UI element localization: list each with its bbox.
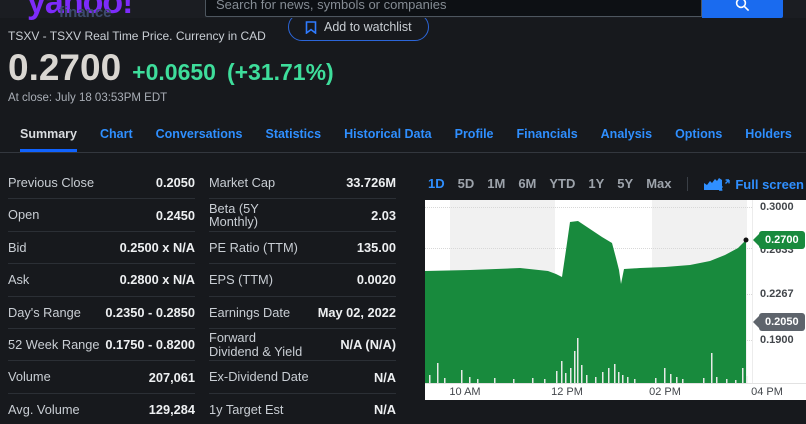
stat-label: Beta (5Y Monthly) — [209, 202, 259, 229]
stat-value: May 02, 2022 — [318, 305, 396, 320]
ticker-meta-line: TSXV - TSXV Real Time Price. Currency in… — [8, 29, 266, 43]
tab-conversations[interactable]: Conversations — [156, 117, 243, 152]
table-row: Bid 0.2500 x N/A — [8, 232, 195, 264]
stat-label: Day's Range — [8, 306, 81, 320]
stat-value: 129,284 — [149, 402, 195, 417]
summary-stats-table-right: Market Cap 33.726M Beta (5Y Monthly) 2.03 PE… — [209, 167, 396, 424]
table-row: EPS (TTM) 0.0020 — [209, 264, 396, 296]
chart-range-selector: 1D 5D 1M 6M YTD 1Y 5Y Max — [428, 176, 722, 191]
table-row: Earnings Date May 02, 2022 — [209, 297, 396, 329]
stat-value: N/A — [374, 402, 396, 417]
range-1d[interactable]: 1D — [428, 176, 445, 191]
table-row: Open 0.2450 — [8, 199, 195, 231]
current-price: 0.2700 — [8, 47, 121, 89]
y-tick-label: 0.1900 — [760, 334, 794, 346]
stat-value: 0.2450 — [156, 208, 195, 223]
stat-label: 1y Target Est — [209, 403, 283, 417]
stat-label: Volume — [8, 370, 51, 384]
chart-y-axis: 0.30000.26330.22670.19000.27000.2050 — [752, 200, 806, 383]
stat-value: 207,061 — [149, 370, 195, 385]
stat-value: 135.00 — [357, 240, 396, 255]
stat-value: N/A (N/A) — [340, 337, 396, 352]
range-ytd[interactable]: YTD — [549, 176, 575, 191]
stat-label: Previous Close — [8, 176, 94, 190]
search-input[interactable] — [205, 0, 702, 17]
stat-value: 2.03 — [371, 208, 396, 223]
table-row: Volume 207,061 — [8, 361, 195, 393]
previous-close-badge: 0.2050 — [759, 313, 805, 331]
search-button[interactable] — [702, 0, 783, 18]
current-price-badge: 0.2700 — [759, 231, 805, 249]
tab-chart[interactable]: Chart — [100, 117, 133, 152]
divider — [687, 177, 688, 191]
stat-label: PE Ratio (TTM) — [209, 241, 298, 255]
finance-logo-text[interactable]: finance — [59, 4, 112, 21]
stat-label: Market Cap — [209, 176, 275, 190]
x-tick-label: 02 PM — [649, 386, 681, 398]
table-row: 52 Week Range 0.1750 - 0.8200 — [8, 329, 195, 361]
stat-value: 0.2500 x N/A — [120, 240, 195, 255]
tab-holders[interactable]: Holders — [745, 117, 792, 152]
x-tick-label: 12 PM — [551, 386, 583, 398]
watchlist-label: Add to watchlist — [324, 20, 412, 34]
x-tick-label: 04 PM — [751, 386, 783, 398]
stat-label: Avg. Volume — [8, 403, 80, 417]
at-close-timestamp: At close: July 18 03:53PM EDT — [8, 92, 167, 104]
price-change-percent: (+31.71%) — [227, 59, 334, 86]
stat-label: Forward Dividend & Yield — [209, 331, 302, 358]
table-row: Avg. Volume 129,284 — [8, 394, 195, 424]
table-row: Day's Range 0.2350 - 0.2850 — [8, 297, 195, 329]
range-6m[interactable]: 6M — [518, 176, 536, 191]
price-row: 0.2700 +0.0650 (+31.71%) — [8, 47, 334, 89]
table-row: Forward Dividend & Yield N/A (N/A) — [209, 329, 396, 361]
table-row: Beta (5Y Monthly) 2.03 — [209, 199, 396, 231]
range-1y[interactable]: 1Y — [588, 176, 604, 191]
tab-analysis[interactable]: Analysis — [601, 117, 652, 152]
bookmark-icon — [305, 21, 317, 34]
table-row: Previous Close 0.2050 — [8, 167, 195, 199]
stat-value: 0.1750 - 0.8200 — [105, 337, 195, 352]
full-screen-button[interactable]: Full screen — [718, 177, 804, 192]
price-change: +0.0650 — [132, 59, 216, 86]
price-area-plot — [425, 200, 752, 383]
stat-label: Ex-Dividend Date — [209, 370, 309, 384]
tab-historical-data[interactable]: Historical Data — [344, 117, 432, 152]
range-1m[interactable]: 1M — [487, 176, 505, 191]
table-row: Ask 0.2800 x N/A — [8, 264, 195, 296]
stat-label: Bid — [8, 241, 27, 255]
table-row: PE Ratio (TTM) 135.00 — [209, 232, 396, 264]
expand-icon — [718, 179, 730, 191]
stat-value: N/A — [374, 370, 396, 385]
stat-value: 0.2350 - 0.2850 — [105, 305, 195, 320]
range-5d[interactable]: 5D — [458, 176, 475, 191]
stat-label: Ask — [8, 273, 29, 287]
range-max[interactable]: Max — [646, 176, 671, 191]
tab-summary[interactable]: Summary — [20, 117, 77, 152]
search-icon — [735, 0, 750, 15]
table-row: Market Cap 33.726M — [209, 167, 396, 199]
y-tick-label: 0.3000 — [760, 201, 794, 213]
table-row: Ex-Dividend Date N/A — [209, 361, 396, 393]
tab-options[interactable]: Options — [675, 117, 722, 152]
range-5y[interactable]: 5Y — [617, 176, 633, 191]
stat-label: Open — [8, 208, 39, 222]
stat-label: 52 Week Range — [8, 338, 100, 352]
stat-value: 33.726M — [346, 175, 396, 190]
summary-stats-table-left: Previous Close 0.2050 Open 0.2450 Bid 0.2500 … — [8, 167, 195, 424]
tab-profile[interactable]: Profile — [455, 117, 494, 152]
tab-statistics[interactable]: Statistics — [265, 117, 321, 152]
stat-value: 0.2050 — [156, 175, 195, 190]
quote-tab-bar: Summary Chart Conversations Statistics Histo… — [0, 117, 806, 153]
chart-x-axis: 10 AM 12 PM 02 PM 04 PM — [425, 383, 806, 400]
table-row: 1y Target Est N/A — [209, 394, 396, 424]
stat-label: Earnings Date — [209, 306, 290, 320]
stat-value: 0.2800 x N/A — [120, 272, 195, 287]
intraday-price-chart[interactable]: 10 AM12 PM02 PM04 PM0.30000.26330.22670.… — [425, 200, 806, 400]
stat-label: EPS (TTM) — [209, 273, 273, 287]
full-screen-label: Full screen — [735, 177, 804, 192]
tab-financials[interactable]: Financials — [517, 117, 578, 152]
stat-value: 0.0020 — [357, 272, 396, 287]
x-tick-label: 10 AM — [449, 386, 480, 398]
y-tick-label: 0.2267 — [760, 288, 794, 300]
